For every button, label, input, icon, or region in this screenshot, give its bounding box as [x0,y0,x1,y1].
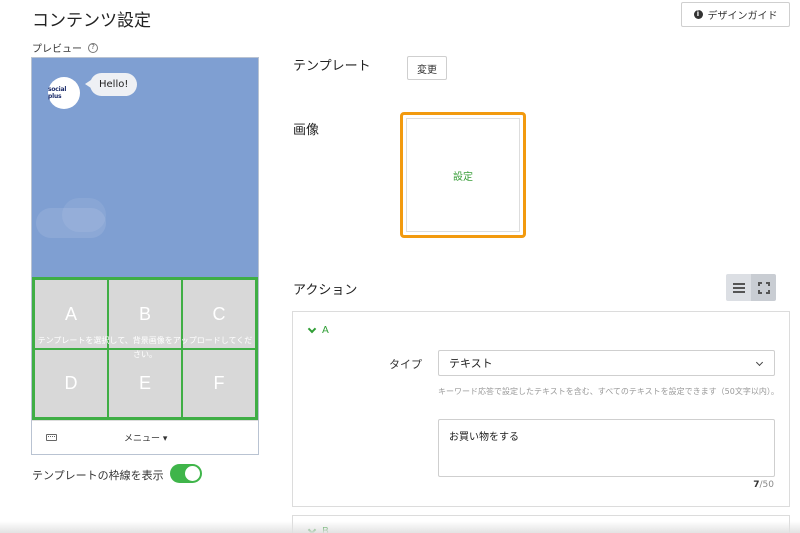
list-icon [732,282,745,293]
help-icon[interactable]: ? [88,42,98,53]
template-label: テンプレート [293,59,371,74]
menu-toggle-label[interactable]: メニュー ▾ [124,431,167,444]
preview-label-text: プレビュー [32,44,82,55]
list-view-button[interactable] [726,274,751,301]
chevron-down-icon [307,324,317,334]
type-label: タイプ [389,358,422,371]
bot-avatar: social plus [48,77,80,109]
char-counter: 7/50 [753,480,774,490]
action-panel-a: A タイプ テキスト キーワード応答で設定したテキストを含む、すべてのテキストを… [292,311,790,507]
image-upload-box[interactable]: 設定 [400,112,526,238]
cloud-decoration [62,198,106,232]
info-icon: i [693,10,703,19]
design-guide-label: デザインガイド [707,11,778,22]
action-label: アクション [293,283,358,298]
action-a-name: A [322,325,329,336]
design-guide-button[interactable]: i デザインガイド [681,2,790,27]
chat-bubble: Hello! [84,73,138,96]
type-select-value: テキスト [449,357,493,370]
rich-menu-grid: A B C D E F テンプレートを選択して、背景画像をアップロードしてくださ… [32,277,258,420]
chevron-down-icon [755,358,764,367]
char-max: /50 [759,480,774,490]
preview-label: プレビュー ? [32,40,98,55]
frame-toggle-switch[interactable] [170,464,202,483]
chat-area: social plus Hello! [32,58,258,278]
scroll-fade [0,521,800,533]
image-set-label[interactable]: 設定 [406,118,520,232]
bot-logo-text: social plus [48,86,67,100]
frame-toggle-label: テンプレートの枠線を表示 [32,469,164,482]
text-hint: キーワード応答で設定したテキストを含む、すべてのテキストを設定できます（50文字… [438,387,779,396]
phone-preview: social plus Hello! A B C D E F テンプレートを選択… [31,57,259,455]
action-text-input[interactable]: お買い物をする [438,419,775,477]
expand-view-button[interactable] [751,274,776,301]
expand-icon [757,281,770,294]
change-template-button[interactable]: 変更 [407,56,447,80]
image-label: 画像 [293,123,320,138]
page-title: コンテンツ設定 [32,11,151,31]
type-select[interactable]: テキスト [438,350,775,376]
chat-menu-bar: メニュー ▾ [32,420,258,454]
action-a-header[interactable]: A [307,324,329,336]
keyboard-icon[interactable] [46,434,57,441]
view-mode-toggle [726,274,776,301]
upload-instruction: テンプレートを選択して、背景画像をアップロードしてください。 [37,336,253,359]
